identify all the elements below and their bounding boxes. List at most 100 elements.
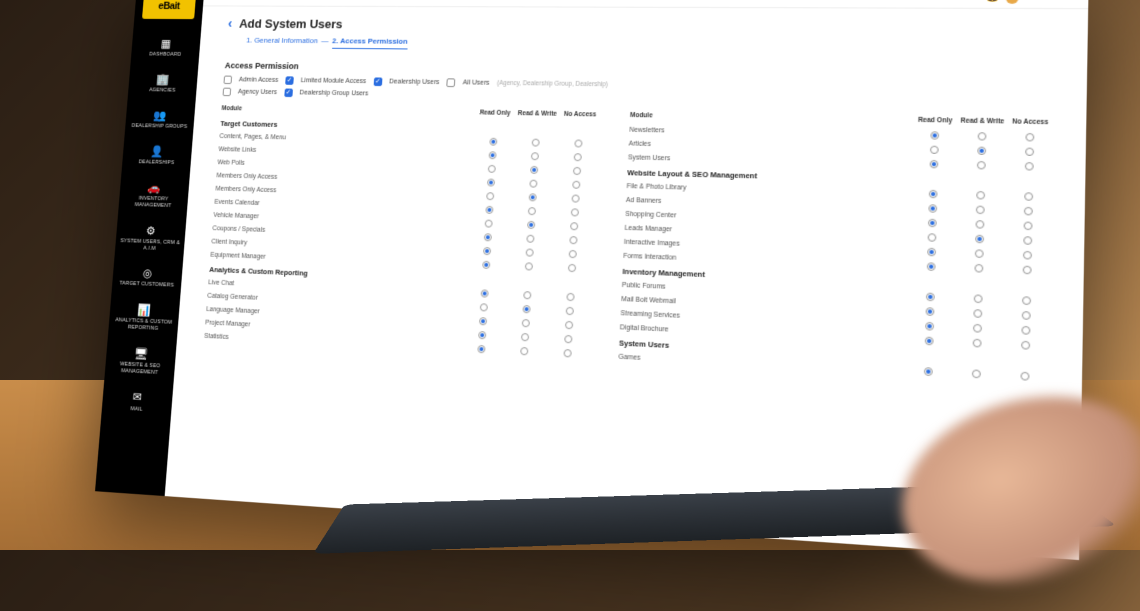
radio-no-access[interactable] xyxy=(570,222,578,230)
radio-read-only[interactable] xyxy=(928,233,937,242)
radio-read-only[interactable] xyxy=(484,233,492,241)
radio-read-write[interactable] xyxy=(530,166,538,174)
radio-read-only[interactable] xyxy=(489,151,497,159)
radio-read-only[interactable] xyxy=(926,307,935,316)
radio-no-access[interactable] xyxy=(1025,162,1034,171)
radio-no-access[interactable] xyxy=(1025,148,1034,156)
radio-read-write[interactable] xyxy=(528,207,536,215)
radio-no-access[interactable] xyxy=(1023,251,1032,260)
radio-read-write[interactable] xyxy=(523,291,531,299)
radio-no-access[interactable] xyxy=(564,335,572,343)
radio-no-access[interactable] xyxy=(571,195,579,203)
checkbox-dealership-group-users[interactable] xyxy=(284,89,293,98)
radio-read-write[interactable] xyxy=(973,339,982,348)
radio-read-only[interactable] xyxy=(480,303,488,311)
radio-read-write[interactable] xyxy=(520,347,528,355)
radio-no-access[interactable] xyxy=(1022,296,1031,305)
radio-read-only[interactable] xyxy=(487,179,495,187)
radio-read-write[interactable] xyxy=(522,319,530,327)
checkbox-admin-access[interactable] xyxy=(223,76,232,84)
sidebar-item-analytics-custom-reporting[interactable]: 📊ANALYTICS & CUSTOM REPORTING xyxy=(108,295,180,341)
radio-read-write[interactable] xyxy=(529,180,537,188)
radio-read-only[interactable] xyxy=(482,261,490,269)
step-access-permission[interactable]: 2. Access Permission xyxy=(332,37,408,50)
radio-read-only[interactable] xyxy=(928,204,937,213)
radio-no-access[interactable] xyxy=(1025,133,1034,141)
radio-read-only[interactable] xyxy=(925,337,934,346)
radio-no-access[interactable] xyxy=(571,208,579,216)
radio-read-write[interactable] xyxy=(974,294,983,303)
radio-read-write[interactable] xyxy=(972,369,981,378)
sidebar-item-mail[interactable]: ✉MAIL xyxy=(101,381,173,422)
radio-read-write[interactable] xyxy=(526,248,534,256)
bell-icon[interactable]: 🔔 xyxy=(987,0,999,3)
radio-read-only[interactable] xyxy=(477,345,485,353)
checkbox-all-users[interactable] xyxy=(447,78,456,87)
radio-read-only[interactable] xyxy=(483,247,491,255)
radio-read-write[interactable] xyxy=(531,152,539,160)
radio-read-write[interactable] xyxy=(521,333,529,341)
radio-read-write[interactable] xyxy=(522,305,530,313)
checkbox-agency-users[interactable] xyxy=(223,88,232,96)
radio-read-only[interactable] xyxy=(479,317,487,325)
radio-read-only[interactable] xyxy=(928,219,937,228)
radio-read-write[interactable] xyxy=(527,221,535,229)
radio-read-only[interactable] xyxy=(929,190,938,198)
radio-read-only[interactable] xyxy=(926,293,935,302)
radio-read-only[interactable] xyxy=(927,248,936,257)
radio-read-write[interactable] xyxy=(526,235,534,243)
radio-no-access[interactable] xyxy=(1023,236,1032,245)
radio-read-only[interactable] xyxy=(930,131,939,139)
radio-read-only[interactable] xyxy=(924,367,933,376)
radio-no-access[interactable] xyxy=(1024,222,1033,231)
radio-no-access[interactable] xyxy=(566,307,574,315)
radio-no-access[interactable] xyxy=(563,349,571,357)
sidebar-item-target-customers[interactable]: ◎TARGET CUSTOMERS xyxy=(111,258,183,298)
sidebar-item-agencies[interactable]: 🏢AGENCIES xyxy=(127,65,198,102)
radio-read-write[interactable] xyxy=(975,220,984,229)
radio-no-access[interactable] xyxy=(569,250,577,258)
radio-read-write[interactable] xyxy=(978,132,987,140)
radio-read-only[interactable] xyxy=(481,289,489,297)
radio-read-only[interactable] xyxy=(478,331,486,339)
step-general-info[interactable]: 1. General Information xyxy=(246,36,318,49)
radio-no-access[interactable] xyxy=(1020,372,1029,381)
radio-read-only[interactable] xyxy=(927,262,936,271)
radio-read-write[interactable] xyxy=(977,161,986,169)
radio-no-access[interactable] xyxy=(572,181,580,189)
radio-read-only[interactable] xyxy=(925,322,934,331)
radio-no-access[interactable] xyxy=(1022,311,1031,320)
radio-read-write[interactable] xyxy=(976,191,985,200)
radio-read-write[interactable] xyxy=(975,235,984,244)
sidebar-item-inventory-management[interactable]: 🚗INVENTORY MANAGEMENT xyxy=(118,173,190,218)
checkbox-limited-module-access[interactable] xyxy=(285,76,294,85)
radio-read-only[interactable] xyxy=(486,192,494,200)
checkbox-dealership-users[interactable] xyxy=(373,77,382,86)
radio-no-access[interactable] xyxy=(566,293,574,301)
radio-read-write[interactable] xyxy=(525,262,533,270)
radio-no-access[interactable] xyxy=(574,153,582,161)
radio-read-write[interactable] xyxy=(974,264,983,273)
user-avatar[interactable] xyxy=(1005,0,1018,3)
radio-read-write[interactable] xyxy=(973,324,982,333)
radio-read-write[interactable] xyxy=(529,193,537,201)
radio-read-only[interactable] xyxy=(488,165,496,173)
radio-read-only[interactable] xyxy=(485,220,493,228)
radio-no-access[interactable] xyxy=(1023,266,1032,275)
radio-no-access[interactable] xyxy=(1024,207,1033,216)
radio-read-write[interactable] xyxy=(532,139,540,147)
sidebar-item-dealership-groups[interactable]: 👥DEALERSHIP GROUPS xyxy=(124,101,195,138)
radio-no-access[interactable] xyxy=(1021,341,1030,350)
radio-no-access[interactable] xyxy=(574,139,582,147)
sidebar-item-website-seo-management[interactable]: 🖥WEBSITE & SEO MANAGEMENT xyxy=(104,338,177,385)
sidebar-item-dealerships[interactable]: 👤DEALERSHIPS xyxy=(121,137,192,175)
radio-no-access[interactable] xyxy=(573,167,581,175)
radio-read-only[interactable] xyxy=(489,138,497,146)
sidebar-item-system-users-crm-a-i-m[interactable]: ⚙SYSTEM USERS, CRM & A.I.M xyxy=(114,215,186,260)
radio-read-write[interactable] xyxy=(975,249,984,258)
radio-read-only[interactable] xyxy=(930,160,939,168)
radio-read-write[interactable] xyxy=(977,147,986,155)
radio-no-access[interactable] xyxy=(565,321,573,329)
sidebar-item-dashboard[interactable]: ▦DASHBOARD xyxy=(130,30,201,66)
radio-read-only[interactable] xyxy=(485,206,493,214)
